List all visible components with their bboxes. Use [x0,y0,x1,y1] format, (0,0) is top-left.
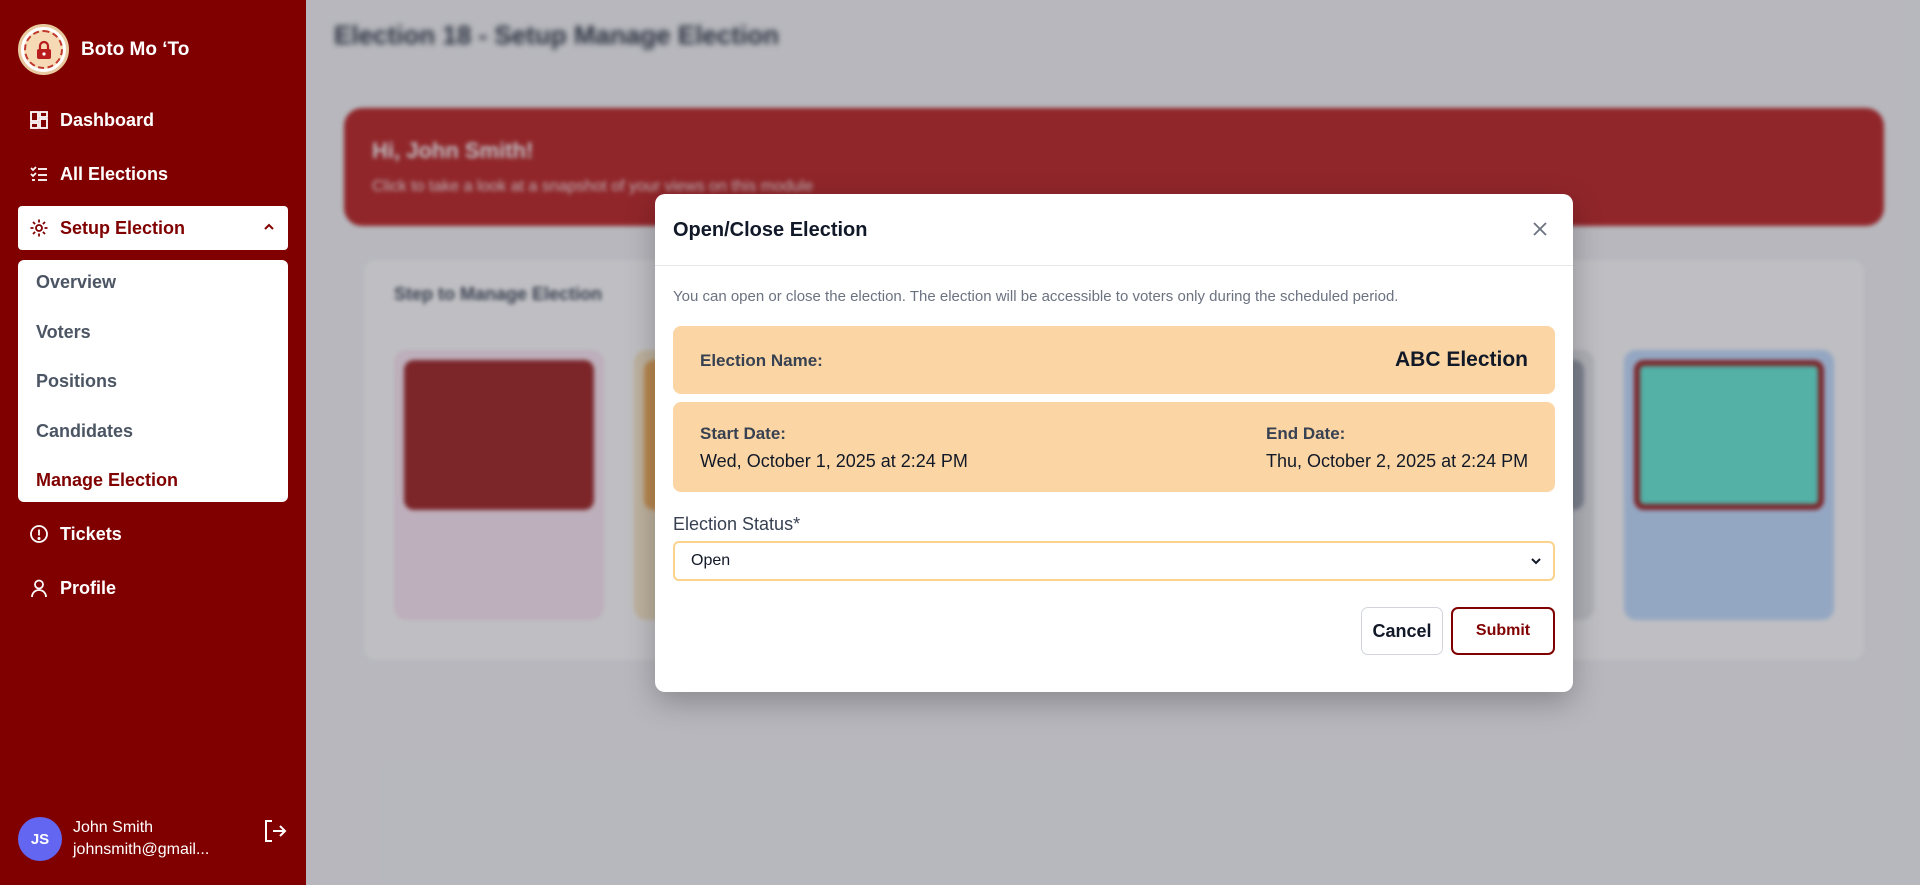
election-name-box: Election Name: ABC Election [673,326,1555,394]
nav-tickets-label: Tickets [60,523,122,544]
submenu-candidates[interactable]: Candidates [36,421,133,442]
election-dates-box: Start Date: Wed, October 1, 2025 at 2:24… [673,402,1555,492]
nav-all-elections[interactable]: All Elections [18,152,288,196]
modal-title: Open/Close Election [673,219,868,241]
submenu-voters[interactable]: Voters [36,322,91,343]
nav-setup-election[interactable]: Setup Election [18,206,288,250]
nav-dashboard-label: Dashboard [60,109,155,130]
setup-election-submenu: Overview Voters Positions Candidates Man… [18,260,288,502]
nav-setup-election-label: Setup Election [60,217,186,238]
gear-icon [28,217,50,239]
nav-profile-label: Profile [60,577,117,598]
start-date-value: Wed, October 1, 2025 at 2:24 PM [700,451,968,471]
start-date-label: Start Date: [700,424,786,443]
list-check-icon [28,163,50,185]
user-name: John Smith [73,819,154,836]
submenu-positions[interactable]: Positions [36,371,117,392]
election-status-select[interactable]: Open [673,541,1555,581]
alert-circle-icon [28,523,50,545]
logout-icon[interactable] [262,818,288,844]
submit-button[interactable]: Submit [1451,607,1555,655]
election-status-value: Open [691,552,731,569]
submenu-manage-election[interactable]: Manage Election [36,470,178,491]
open-close-election-modal: Open/Close Election You can open or clos… [655,194,1573,692]
app-name: Boto Mo ‘To [81,38,190,60]
user-email: johnsmith@gmail... [73,841,210,858]
chevron-up-icon[interactable] [262,218,276,239]
election-status-label: Election Status* [673,514,801,534]
lock-icon [36,40,51,59]
nav-profile[interactable]: Profile [18,566,288,610]
avatar: JS [18,817,62,861]
end-date-label: End Date: [1266,424,1346,443]
end-date-value: Thu, October 2, 2025 at 2:24 PM [1266,451,1529,471]
brand[interactable]: Boto Mo ‘To [18,24,189,75]
user-info: JS John Smith johnsmith@gmail... [18,817,209,861]
user-icon [28,577,50,599]
nav-dashboard[interactable]: Dashboard [18,98,288,142]
cancel-button[interactable]: Cancel [1361,607,1443,655]
sidebar: Boto Mo ‘To Dashboard All Elections Setu… [0,0,306,885]
nav-tickets[interactable]: Tickets [18,512,288,556]
election-name-label: Election Name: [700,351,823,370]
submenu-overview[interactable]: Overview [36,272,116,293]
nav-all-elections-label: All Elections [60,163,169,184]
dashboard-icon [28,109,50,131]
modal-header: Open/Close Election [655,194,1573,266]
app-logo [18,24,69,75]
close-icon[interactable] [1529,218,1551,240]
chevron-down-icon [1529,554,1543,573]
modal-description: You can open or close the election. The … [673,288,1399,305]
election-name-value: ABC Election [1394,348,1528,371]
